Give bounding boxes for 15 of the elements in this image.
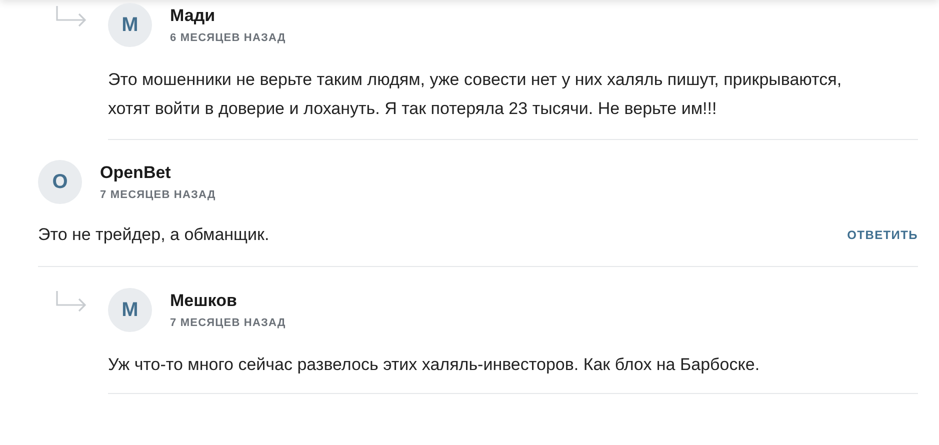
comment-text: Это мошенники не верьте таким людям, уже совести нет у них халяль пишут, прикрываются, хотят войти в доверие и лохануть. Я так потеряла 23 тысячи. Не верьте им!!! [108,69,843,120]
comment-text: Это не трейдер, а обманщик. [38,224,270,246]
comment-text: Уж что-то много сейчас развелось этих халяль-инвесторов. Как блох на Барбоске. [108,354,760,376]
avatar: O [38,160,82,204]
comment-date: 7 МЕСЯЦЕВ НАЗАД [170,317,286,329]
author-name: Мешков [170,291,238,311]
reply-arrow-icon [55,6,89,28]
comment-date: 6 МЕСЯЦЕВ НАЗАД [170,32,286,44]
reply-arrow-icon [55,291,89,313]
avatar: М [108,288,152,332]
author-name: OpenBet [100,163,172,183]
reply-link[interactable]: ОТВЕТИТЬ [847,228,918,242]
comment-date: 7 МЕСЯЦЕВ НАЗАД [100,189,216,201]
avatar: М [108,3,152,47]
author-name: Мади [170,6,216,26]
